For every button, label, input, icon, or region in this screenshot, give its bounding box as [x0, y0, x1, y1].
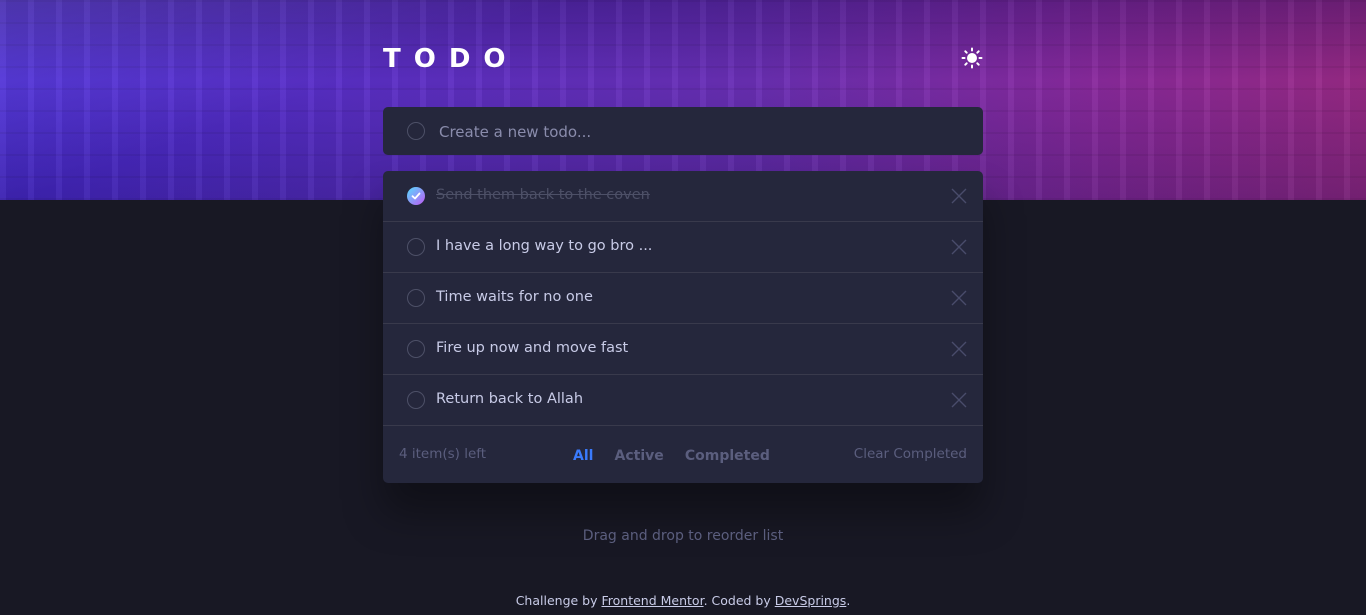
header: TODO — [383, 40, 983, 80]
attribution-suffix: . — [846, 593, 851, 608]
drag-hint: Drag and drop to reorder list — [582, 528, 784, 544]
delete-cross-icon[interactable] — [951, 341, 967, 357]
new-todo-input[interactable] — [437, 119, 941, 145]
delete-cross-icon[interactable] — [951, 392, 967, 408]
todo-item[interactable]: Time waits for no one — [383, 273, 983, 324]
todo-text: Fire up now and move fast — [436, 340, 629, 356]
todo-list: Send them back to the coven I have a long… — [383, 171, 983, 483]
attribution-prefix: Challenge by — [515, 593, 602, 608]
todo-text: I have a long way to go bro ... — [436, 238, 653, 254]
items-left-count: 4 item(s) left — [399, 446, 487, 462]
new-todo-bar — [383, 107, 983, 155]
todo-item[interactable]: Return back to Allah — [383, 375, 983, 426]
filter-completed[interactable]: Completed — [685, 448, 770, 464]
todo-item[interactable]: I have a long way to go bro ... — [383, 222, 983, 273]
filter-active[interactable]: Active — [615, 448, 664, 464]
todo-item[interactable]: Fire up now and move fast — [383, 324, 983, 375]
clear-completed-button[interactable]: Clear Completed — [854, 446, 967, 462]
todo-checkbox-icon[interactable] — [407, 391, 425, 409]
page-title: TODO — [383, 44, 519, 74]
attribution-middle: . Coded by — [703, 593, 775, 608]
attribution: Challenge by Frontend Mentor. Coded by D… — [0, 593, 1366, 608]
hero-background — [0, 0, 1366, 200]
new-todo-circle-icon[interactable] — [407, 122, 425, 140]
delete-cross-icon[interactable] — [951, 290, 967, 306]
todo-text: Send them back to the coven — [436, 187, 650, 203]
theme-toggle-button[interactable] — [961, 47, 983, 69]
delete-cross-icon[interactable] — [951, 188, 967, 204]
filter-all[interactable]: All — [573, 448, 593, 464]
filter-group: All Active Completed — [573, 445, 786, 465]
completed-check-icon[interactable] — [407, 187, 425, 205]
todo-checkbox-icon[interactable] — [407, 238, 425, 256]
devsprings-link[interactable]: DevSprings — [775, 593, 847, 608]
delete-cross-icon[interactable] — [951, 239, 967, 255]
todo-checkbox-icon[interactable] — [407, 289, 425, 307]
todo-text: Time waits for no one — [436, 289, 593, 305]
sun-icon — [961, 47, 983, 69]
todo-item[interactable]: Send them back to the coven — [383, 171, 983, 222]
todo-text: Return back to Allah — [436, 391, 584, 407]
todo-checkbox-icon[interactable] — [407, 340, 425, 358]
list-footer: 4 item(s) left All Active Completed Clea… — [383, 427, 983, 483]
frontend-mentor-link[interactable]: Frontend Mentor — [601, 593, 703, 608]
